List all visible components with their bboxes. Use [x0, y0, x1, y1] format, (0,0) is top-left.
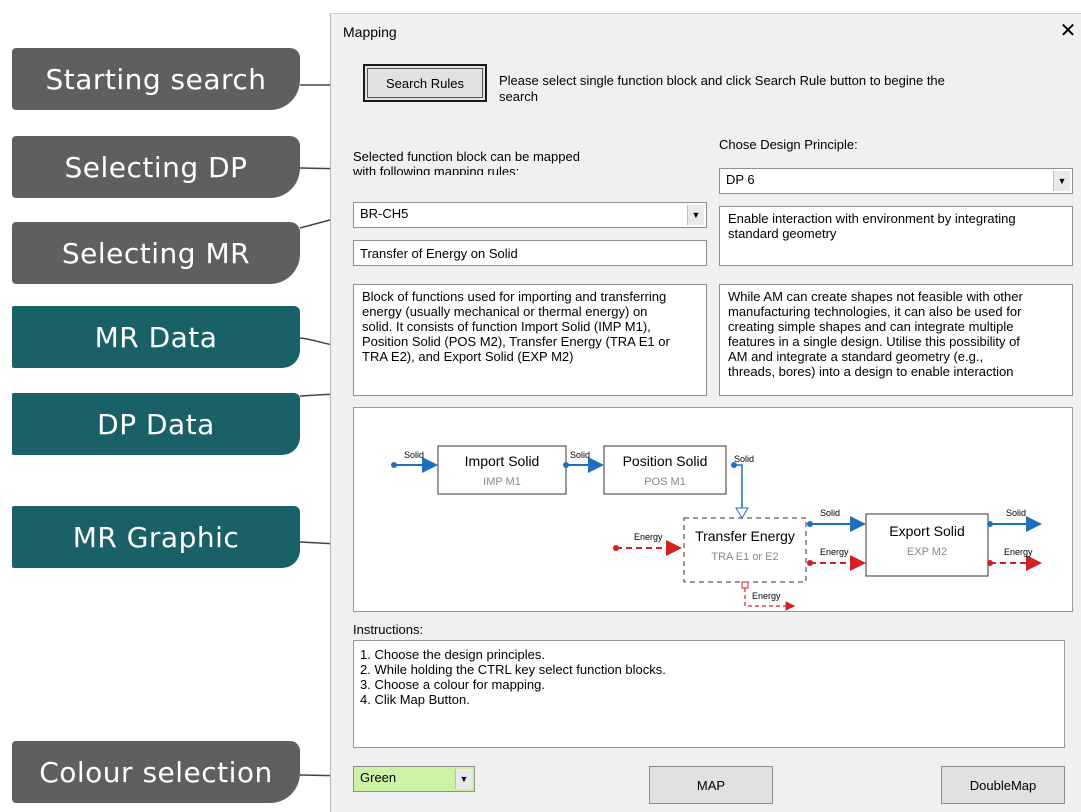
dp-label: Chose Design Principle:: [719, 137, 858, 152]
map-button[interactable]: MAP: [649, 766, 773, 804]
instructions-box: 1. Choose the design principles. 2. Whil…: [353, 640, 1065, 748]
chevron-down-icon[interactable]: ▼: [1053, 171, 1070, 191]
dp-description-line-1: Enable interaction with environment by i…: [728, 211, 1016, 226]
instructions-label: Instructions:: [353, 622, 424, 637]
callout-selecting-mr: Selecting MR: [12, 222, 300, 284]
mr-data-line: solid. It consists of function Import So…: [362, 319, 651, 334]
flow-label-energy: Energy: [820, 547, 849, 557]
callout-dp-data: DP Data: [12, 393, 300, 455]
dp-data-line: While AM can create shapes not feasible …: [728, 289, 1023, 304]
block-code: TRA E1 or E2: [711, 551, 778, 563]
mr-data-line: energy (usually mechanical or thermal en…: [362, 304, 648, 319]
dp-data-line: creating simple shapes and can integrate…: [728, 319, 1014, 334]
block-title: Transfer Energy: [695, 528, 795, 544]
dp-description-field[interactable]: Enable interaction with environment by i…: [719, 206, 1073, 266]
callout-mr-data: MR Data: [12, 306, 300, 368]
close-icon[interactable]: ✕: [1057, 18, 1079, 44]
mr-select-value: BR-CH5: [360, 206, 409, 221]
block-code: POS M1: [644, 476, 686, 488]
mr-data-line: TRA E2), and Export Solid (EXP M2): [362, 349, 574, 364]
mr-name-field[interactable]: Transfer of Energy on Solid: [353, 240, 707, 266]
flow-label-solid: Solid: [820, 508, 840, 518]
search-hint-line-1: Please select single function block and …: [499, 73, 945, 88]
flow-label-solid: Solid: [1006, 508, 1026, 518]
colour-select-value: Green: [360, 770, 397, 785]
callout-mr-graphic: MR Graphic: [12, 506, 300, 568]
search-hint-line-2: search: [499, 89, 539, 104]
flow-origin-dot: [563, 462, 569, 468]
dp-data-line: threads, bores) into a design to enable …: [728, 364, 1014, 379]
energy-port: [741, 581, 749, 589]
flow-label-solid: Solid: [404, 450, 424, 460]
block-title: Export Solid: [889, 523, 964, 539]
colour-select[interactable]: Green ▼: [353, 766, 475, 792]
dp-description-line-2: standard geometry: [728, 226, 837, 241]
instruction-item: 2. While holding the CTRL key select fun…: [360, 662, 666, 677]
instruction-item: 4. Clik Map Button.: [360, 692, 470, 707]
callout-starting-search: Starting search: [12, 48, 300, 110]
solid-flow-arrowhead: [735, 507, 749, 519]
mr-select[interactable]: BR-CH5 ▼: [353, 202, 707, 228]
chevron-down-icon[interactable]: ▼: [687, 205, 704, 225]
block-code: IMP M1: [483, 476, 521, 488]
mr-data-line: Block of functions used for importing an…: [362, 289, 667, 304]
mapping-dialog: Mapping ✕ Search Rules Please select sin…: [330, 13, 1081, 812]
flow-origin-dot: [391, 462, 397, 468]
search-rules-button[interactable]: Search Rules: [363, 64, 487, 102]
callout-colour-selection: Colour selection: [12, 741, 300, 803]
dp-data-line: manufacturing technologies, it can also …: [728, 304, 1022, 319]
dp-select-value: DP 6: [726, 172, 755, 187]
dialog-title: Mapping: [343, 24, 397, 40]
doublemap-button[interactable]: DoubleMap: [941, 766, 1065, 804]
callout-selecting-dp: Selecting DP: [12, 136, 300, 198]
chevron-down-icon[interactable]: ▼: [455, 769, 472, 789]
function-block-diagram: Solid Import Solid IMP M1 Solid Position…: [391, 445, 1042, 611]
mr-data-field[interactable]: Block of functions used for importing an…: [353, 284, 707, 396]
flow-label-energy: Energy: [634, 532, 663, 542]
block-title: Import Solid: [465, 453, 540, 469]
instruction-item: 3. Choose a colour for mapping.: [360, 677, 545, 692]
flow-label-energy: Energy: [1004, 547, 1033, 557]
flow-label-solid: Solid: [570, 450, 590, 460]
instruction-item: 1. Choose the design principles.: [360, 647, 546, 662]
flow-label-solid: Solid: [734, 454, 754, 464]
block-code: EXP M2: [907, 546, 947, 558]
dp-data-field[interactable]: While AM can create shapes not feasible …: [719, 284, 1073, 396]
mr-graphic-panel: Solid Import Solid IMP M1 Solid Position…: [353, 407, 1073, 612]
block-title: Position Solid: [623, 453, 708, 469]
dp-data-line: features in a single design. Utilise thi…: [728, 334, 1020, 349]
dp-data-line: AM and integrate a standard geometry (e.…: [728, 349, 984, 364]
flow-label-energy: Energy: [752, 591, 781, 601]
mr-label-line-1: Selected function block can be mapped: [353, 149, 580, 164]
mr-data-line: Position Solid (POS M2), Transfer Energy…: [362, 334, 670, 349]
dp-select[interactable]: DP 6 ▼: [719, 168, 1073, 194]
mr-label-line-2: with following mapping rules;: [353, 164, 520, 175]
